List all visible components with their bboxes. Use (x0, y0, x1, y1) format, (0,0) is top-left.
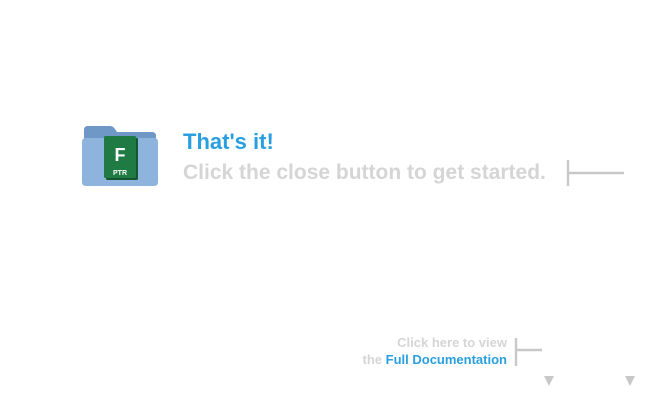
documentation-prompt-line1: Click here to view (397, 335, 507, 350)
full-documentation-link[interactable]: Full Documentation (386, 352, 507, 367)
installer-background: F PTR That's it! Click the close button … (0, 0, 650, 400)
documentation-prompt-line2: the Full Documentation (363, 351, 507, 368)
page-title: That's it! (183, 129, 274, 154)
documentation-prefix: the (362, 352, 383, 367)
docs-guide-arrowhead (544, 376, 554, 386)
close-guide-arrowhead (625, 376, 635, 386)
guide-arrows (514, 160, 635, 386)
instruction-text: Click the close button to get started. (183, 161, 546, 184)
app-letter: F (115, 145, 126, 165)
documentation-prompt: Click here to view the Full Documentatio… (363, 334, 507, 368)
app-tag: PTR (113, 170, 127, 177)
folder-icon: F PTR (80, 124, 160, 188)
app-folder-graphic: F PTR (82, 126, 158, 186)
